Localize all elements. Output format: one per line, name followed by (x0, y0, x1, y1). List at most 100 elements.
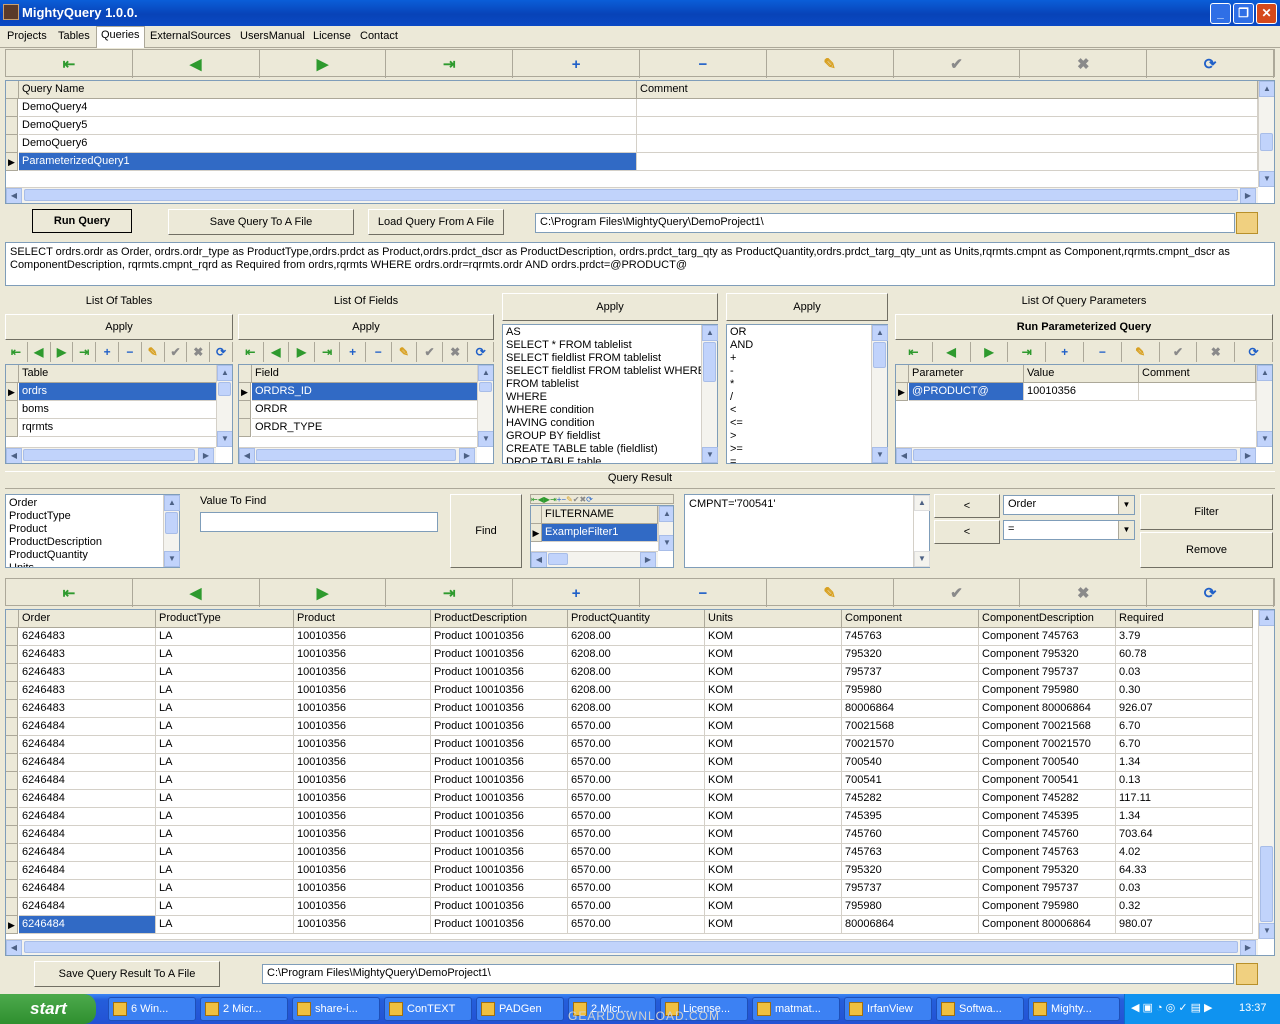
result-hscroll[interactable]: ◀ ▶ (6, 939, 1258, 955)
nav-cancel-button[interactable]: ✖ (187, 342, 211, 362)
taskbar-item[interactable]: Mighty... (1028, 997, 1120, 1021)
tab-tables[interactable]: Tables (54, 28, 94, 47)
result-cell[interactable]: 10010356 (294, 772, 431, 790)
result-cell[interactable]: KOM (705, 772, 842, 790)
sql-snippet-list[interactable]: AS SELECT * FROM tablelist SELECT fieldlis… (502, 324, 718, 464)
result-vscroll[interactable]: ▲ ▼ (1258, 610, 1274, 939)
column-header-productquantity[interactable]: ProductQuantity (568, 610, 705, 628)
field-row[interactable]: ORDRS_ID (252, 383, 478, 401)
tab-projects[interactable]: Projects (3, 28, 51, 47)
nav-last-button[interactable]: ⇥ (73, 342, 97, 362)
sql-snippet-item[interactable]: SELECT fieldlist FROM tablelist WHERE co (503, 365, 717, 378)
nav-next-button[interactable]: ▶ (260, 50, 387, 78)
nav-first-button[interactable]: ⇤ (6, 579, 133, 607)
result-cell[interactable]: Component 700540 (979, 754, 1116, 772)
operator-item[interactable]: <= (727, 417, 887, 430)
result-field-item[interactable]: ProductType (6, 510, 179, 523)
result-cell[interactable]: LA (156, 700, 294, 718)
result-cell[interactable]: 80006864 (842, 700, 979, 718)
column-header-componentdescription[interactable]: ComponentDescription (979, 610, 1116, 628)
result-field-item[interactable]: ProductQuantity (6, 549, 179, 562)
apply-operator-button[interactable]: Apply (726, 293, 888, 321)
result-cell[interactable]: LA (156, 880, 294, 898)
operator-item[interactable]: > (727, 430, 887, 443)
result-cell[interactable]: Component 795320 (979, 646, 1116, 664)
filter-expression-editor[interactable]: CMPNT='700541' (684, 494, 930, 568)
result-cell[interactable]: LA (156, 772, 294, 790)
nav-next-button[interactable]: ▶ (51, 342, 74, 362)
result-cell[interactable]: 0.32 (1116, 898, 1253, 916)
result-cell[interactable]: Product 10010356 (431, 718, 568, 736)
nav-last-button[interactable]: ⇥ (1008, 342, 1047, 362)
sql-snippet-item[interactable]: DROP TABLE table (503, 456, 717, 463)
query-row[interactable]: DemoQuery5 (19, 117, 637, 135)
result-cell[interactable]: 6208.00 (568, 700, 705, 718)
result-cell[interactable]: 6246484 (19, 772, 156, 790)
tray-icons[interactable]: ◀ ▣ ◔ ◎ ✓ ▤ ▶ (1131, 1001, 1213, 1014)
field-row[interactable]: ORDR_TYPE (252, 419, 478, 437)
sql-editor[interactable]: SELECT ordrs.ordr as Order, ordrs.ordr_t… (5, 242, 1275, 286)
result-cell[interactable]: Component 80006864 (979, 916, 1116, 934)
nav-prior-button[interactable]: ◀ (28, 342, 51, 362)
taskbar-item[interactable]: Softwa... (936, 997, 1024, 1021)
result-cell[interactable]: 80006864 (842, 916, 979, 934)
nav-post-button[interactable]: ✔ (894, 579, 1021, 607)
operator-item[interactable]: / (727, 391, 887, 404)
folder-open-icon[interactable] (1236, 212, 1258, 234)
result-cell[interactable]: LA (156, 682, 294, 700)
nav-next-button[interactable]: ▶ (289, 342, 315, 362)
result-cell[interactable]: Component 745395 (979, 808, 1116, 826)
result-cell[interactable]: 0.03 (1116, 880, 1253, 898)
sql-snippet-item[interactable]: AS (503, 326, 717, 339)
result-cell[interactable]: LA (156, 862, 294, 880)
result-cell[interactable]: 64.33 (1116, 862, 1253, 880)
nav-edit-button[interactable]: ✎ (392, 342, 418, 362)
result-cell[interactable]: Component 745763 (979, 628, 1116, 646)
tab-contact[interactable]: Contact (356, 28, 402, 47)
result-cell[interactable]: KOM (705, 718, 842, 736)
result-cell[interactable]: KOM (705, 664, 842, 682)
result-cell[interactable]: 6208.00 (568, 664, 705, 682)
result-path-field[interactable]: C:\Program Files\MightyQuery\DemoProject… (262, 964, 1234, 984)
result-cell[interactable]: 10010356 (294, 664, 431, 682)
nav-insert-button[interactable]: + (1046, 342, 1084, 362)
run-query-button[interactable]: Run Query (32, 209, 132, 233)
nav-first-button[interactable]: ⇤ (238, 342, 264, 362)
result-cell[interactable]: 0.13 (1116, 772, 1253, 790)
result-cell[interactable]: LA (156, 826, 294, 844)
nav-cancel-button[interactable]: ✖ (1020, 579, 1148, 607)
result-cell[interactable]: KOM (705, 682, 842, 700)
taskbar-item[interactable]: ConTEXT (384, 997, 472, 1021)
result-cell[interactable]: 6570.00 (568, 916, 705, 934)
result-cell[interactable]: 10010356 (294, 682, 431, 700)
result-cell[interactable]: 0.30 (1116, 682, 1253, 700)
column-header-parameter[interactable]: Parameter (909, 365, 1024, 383)
query-comment-cell[interactable] (637, 117, 1258, 135)
column-header-comment[interactable]: Comment (1139, 365, 1256, 383)
column-header-order[interactable]: Order (19, 610, 156, 628)
result-cell[interactable]: 6.70 (1116, 736, 1253, 754)
result-cell[interactable]: 745395 (842, 808, 979, 826)
result-cell[interactable]: 1.34 (1116, 754, 1253, 772)
result-cell[interactable]: 6570.00 (568, 862, 705, 880)
column-header-producttype[interactable]: ProductType (156, 610, 294, 628)
result-cell[interactable]: LA (156, 664, 294, 682)
taskbar-item[interactable]: IrfanView (844, 997, 932, 1021)
nav-first-button[interactable]: ⇤ (6, 50, 133, 78)
result-cell[interactable]: LA (156, 916, 294, 934)
apply-snippet-button[interactable]: Apply (502, 293, 718, 321)
column-header-field[interactable]: Field (252, 365, 478, 383)
result-cell[interactable]: 6570.00 (568, 718, 705, 736)
nav-cancel-button[interactable]: ✖ (443, 342, 469, 362)
save-result-button[interactable]: Save Query Result To A File (34, 961, 220, 987)
result-cell[interactable]: 6246483 (19, 628, 156, 646)
result-cell[interactable]: 6208.00 (568, 682, 705, 700)
maximize-button[interactable]: ❐ (1233, 3, 1254, 24)
result-cell[interactable]: 10010356 (294, 862, 431, 880)
column-header-table[interactable]: Table (19, 365, 217, 383)
result-cell[interactable]: KOM (705, 700, 842, 718)
result-cell[interactable]: Component 745760 (979, 826, 1116, 844)
result-cell[interactable]: 795737 (842, 880, 979, 898)
result-cell[interactable]: 6246483 (19, 664, 156, 682)
result-field-item[interactable]: ProductDescription (6, 536, 179, 549)
